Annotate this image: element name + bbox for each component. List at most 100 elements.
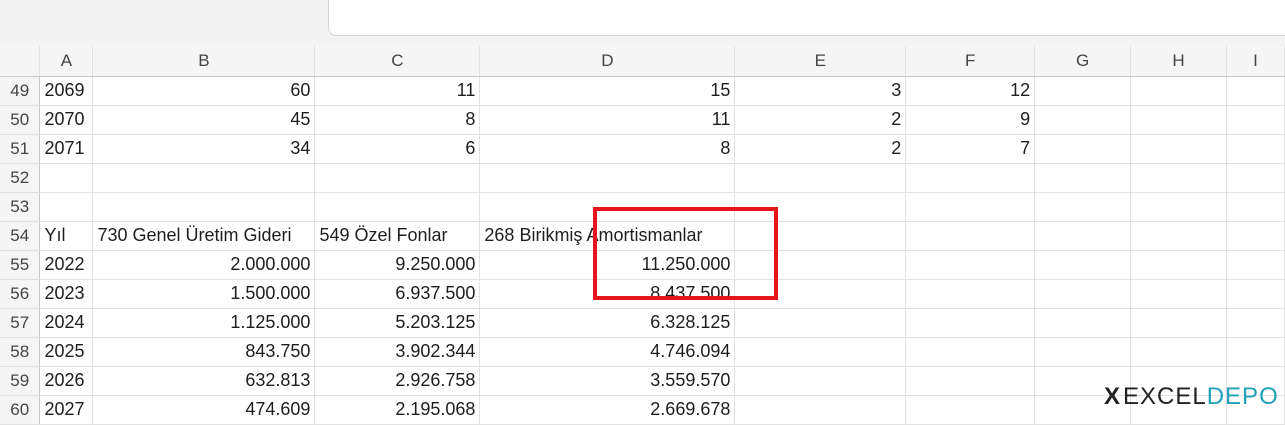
row-header[interactable]: 59 bbox=[0, 366, 41, 396]
cell-e[interactable] bbox=[734, 366, 907, 396]
row-header[interactable]: 51 bbox=[0, 134, 41, 164]
empty-cell[interactable] bbox=[1034, 192, 1132, 222]
cell-a[interactable]: 2070 bbox=[39, 105, 94, 135]
cell-b[interactable]: 34 bbox=[92, 134, 316, 164]
cell-a[interactable]: 2069 bbox=[39, 76, 94, 106]
cell-b[interactable]: 2.000.000 bbox=[92, 250, 316, 280]
row-header[interactable]: 49 bbox=[0, 76, 41, 106]
empty-cell[interactable] bbox=[1226, 134, 1285, 164]
empty-cell[interactable] bbox=[1034, 163, 1132, 193]
column-header-g[interactable]: G bbox=[1034, 46, 1132, 77]
cell-c[interactable]: 8 bbox=[314, 105, 481, 135]
cell-b[interactable]: 474.609 bbox=[92, 395, 316, 425]
cell-a[interactable]: 2024 bbox=[39, 308, 94, 338]
empty-cell[interactable] bbox=[1034, 105, 1132, 135]
cell-b[interactable]: 45 bbox=[92, 105, 316, 135]
empty-cell[interactable] bbox=[1226, 308, 1285, 338]
cell-d[interactable]: 8.437.500 bbox=[479, 279, 736, 309]
column-header-a[interactable]: A bbox=[39, 46, 94, 77]
empty-cell[interactable] bbox=[1130, 308, 1227, 338]
column-header-d[interactable]: D bbox=[479, 46, 736, 77]
column-header-c[interactable]: C bbox=[314, 46, 481, 77]
cell-e[interactable] bbox=[734, 279, 907, 309]
empty-cell[interactable] bbox=[1226, 250, 1285, 280]
empty-cell[interactable] bbox=[1226, 221, 1285, 251]
cell-c[interactable]: 5.203.125 bbox=[314, 308, 481, 338]
cell-b[interactable] bbox=[92, 192, 316, 222]
cell-d[interactable]: 11 bbox=[479, 105, 736, 135]
column-header-h[interactable]: H bbox=[1130, 46, 1227, 77]
empty-cell[interactable] bbox=[1226, 337, 1285, 367]
cell-f[interactable] bbox=[905, 366, 1036, 396]
empty-cell[interactable] bbox=[1130, 192, 1227, 222]
row-header[interactable]: 58 bbox=[0, 337, 41, 367]
cell-d[interactable]: 3.559.570 bbox=[479, 366, 736, 396]
cell-f[interactable] bbox=[905, 395, 1036, 425]
cell-f[interactable]: 12 bbox=[905, 76, 1036, 106]
cell-b[interactable]: 632.813 bbox=[92, 366, 316, 396]
row-header[interactable]: 50 bbox=[0, 105, 41, 135]
cell-c[interactable]: 11 bbox=[314, 76, 481, 106]
empty-cell[interactable] bbox=[1034, 134, 1132, 164]
cell-d[interactable]: 6.328.125 bbox=[479, 308, 736, 338]
cell-c[interactable]: 6.937.500 bbox=[314, 279, 481, 309]
cell-f[interactable] bbox=[905, 250, 1036, 280]
empty-cell[interactable] bbox=[1226, 163, 1285, 193]
formula-bar[interactable] bbox=[328, 0, 1285, 36]
cell-f[interactable]: 7 bbox=[905, 134, 1036, 164]
cell-a[interactable]: 2071 bbox=[39, 134, 94, 164]
cell-a[interactable]: 2027 bbox=[39, 395, 94, 425]
cell-e[interactable]: 2 bbox=[734, 105, 907, 135]
cell-f[interactable] bbox=[905, 337, 1036, 367]
column-header-f[interactable]: F bbox=[905, 46, 1036, 77]
cell-f[interactable] bbox=[905, 308, 1036, 338]
cell-b[interactable] bbox=[92, 163, 316, 193]
cell-a[interactable]: 2023 bbox=[39, 279, 94, 309]
cell-d[interactable]: 11.250.000 bbox=[479, 250, 736, 280]
cell-c[interactable]: 2.195.068 bbox=[314, 395, 481, 425]
cell-e[interactable] bbox=[734, 192, 907, 222]
empty-cell[interactable] bbox=[1226, 279, 1285, 309]
cell-a[interactable]: Yıl bbox=[39, 221, 94, 251]
cell-b[interactable]: 60 bbox=[92, 76, 316, 106]
cell-f[interactable] bbox=[905, 192, 1036, 222]
cell-f[interactable] bbox=[905, 221, 1036, 251]
row-header[interactable]: 55 bbox=[0, 250, 41, 280]
cell-c[interactable]: 6 bbox=[314, 134, 481, 164]
cell-b[interactable]: 730 Genel Üretim Gideri bbox=[92, 221, 316, 251]
cell-d[interactable]: 268 Birikmiş Amortismanlar bbox=[479, 221, 736, 251]
cell-e[interactable] bbox=[734, 163, 907, 193]
empty-cell[interactable] bbox=[1130, 337, 1227, 367]
cell-c[interactable]: 9.250.000 bbox=[314, 250, 481, 280]
row-header[interactable]: 60 bbox=[0, 395, 41, 425]
column-header-b[interactable]: B bbox=[92, 46, 316, 77]
row-header[interactable]: 53 bbox=[0, 192, 41, 222]
empty-cell[interactable] bbox=[1130, 250, 1227, 280]
cell-c[interactable] bbox=[314, 192, 481, 222]
empty-cell[interactable] bbox=[1226, 76, 1285, 106]
cell-d[interactable]: 2.669.678 bbox=[479, 395, 736, 425]
empty-cell[interactable] bbox=[1034, 221, 1132, 251]
cell-f[interactable] bbox=[905, 279, 1036, 309]
cell-c[interactable]: 2.926.758 bbox=[314, 366, 481, 396]
cell-d[interactable]: 4.746.094 bbox=[479, 337, 736, 367]
empty-cell[interactable] bbox=[1226, 105, 1285, 135]
cell-a[interactable]: 2025 bbox=[39, 337, 94, 367]
row-header[interactable]: 54 bbox=[0, 221, 41, 251]
cell-d[interactable] bbox=[479, 163, 736, 193]
cell-d[interactable] bbox=[479, 192, 736, 222]
empty-cell[interactable] bbox=[1034, 308, 1132, 338]
cell-e[interactable] bbox=[734, 308, 907, 338]
empty-cell[interactable] bbox=[1034, 279, 1132, 309]
cell-e[interactable] bbox=[734, 250, 907, 280]
cell-f[interactable]: 9 bbox=[905, 105, 1036, 135]
cell-f[interactable] bbox=[905, 163, 1036, 193]
cell-d[interactable]: 15 bbox=[479, 76, 736, 106]
empty-cell[interactable] bbox=[1226, 192, 1285, 222]
cell-e[interactable] bbox=[734, 395, 907, 425]
cell-c[interactable] bbox=[314, 163, 481, 193]
column-header-i[interactable]: I bbox=[1226, 46, 1285, 77]
cell-a[interactable]: 2026 bbox=[39, 366, 94, 396]
empty-cell[interactable] bbox=[1034, 337, 1132, 367]
empty-cell[interactable] bbox=[1130, 221, 1227, 251]
